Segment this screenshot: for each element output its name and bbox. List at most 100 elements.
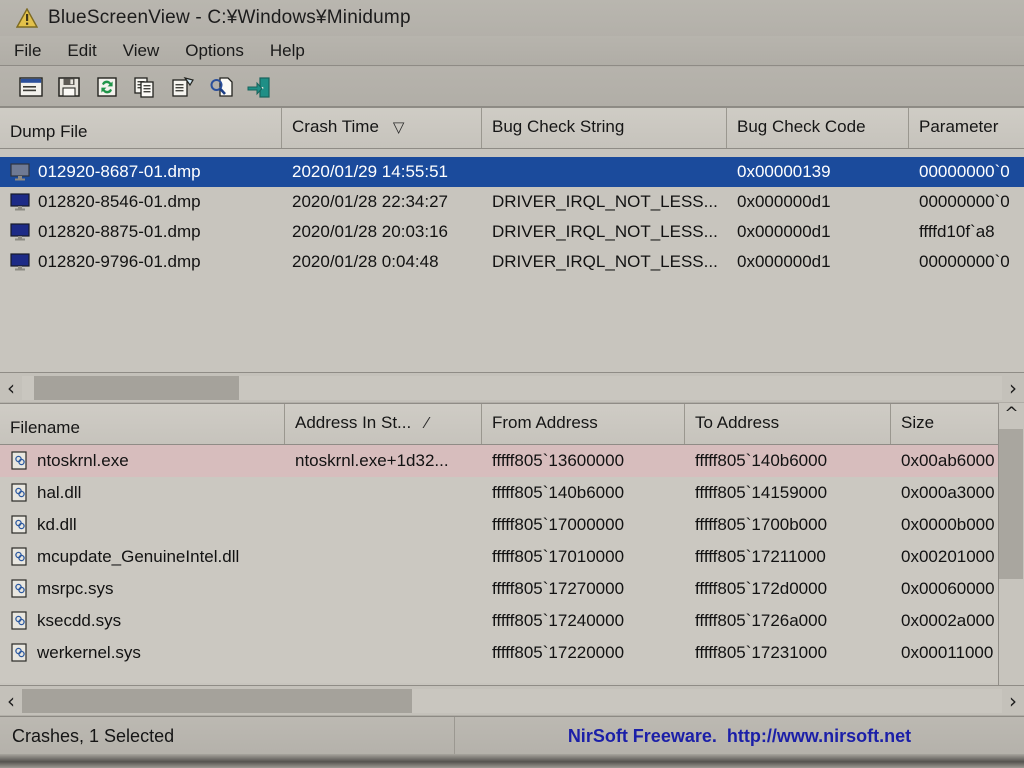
- driver-list-vscrollbar[interactable]: ^: [998, 403, 1024, 685]
- window-title: BlueScreenView - C:¥Windows¥Minidump: [48, 7, 411, 28]
- column-header-parameter[interactable]: Parameter: [909, 108, 1024, 148]
- table-row[interactable]: ntoskrnl.exe ntoskrnl.exe+1d32... fffff8…: [0, 445, 998, 477]
- cell-dump-file: 012920-8687-01.dmp: [0, 162, 282, 182]
- copy-icon: [132, 75, 158, 99]
- cell-to-address: fffff805`14159000: [685, 483, 891, 503]
- cell-text: DRIVER_IRQL_NOT_LESS...: [492, 192, 718, 211]
- cell-bug-check-string: DRIVER_IRQL_NOT_LESS...: [482, 222, 727, 242]
- driver-list-panel: Filename Address In St... ⁄ From Address…: [0, 403, 1024, 685]
- menu-item-help[interactable]: Help: [270, 41, 305, 61]
- cell-text: ntoskrnl.exe: [37, 451, 129, 470]
- cell-crash-time: 2020/01/28 0:04:48: [282, 252, 482, 272]
- cell-crash-time: 2020/01/28 22:34:27: [282, 192, 482, 212]
- column-header-dump-file[interactable]: Dump File: [0, 108, 282, 148]
- table-row[interactable]: mcupdate_GenuineIntel.dll fffff805`17010…: [0, 541, 998, 573]
- scroll-up-arrow-icon[interactable]: ^: [999, 403, 1024, 425]
- cell-filename: hal.dll: [0, 483, 285, 503]
- cell-text: 2020/01/28 20:03:16: [292, 222, 448, 241]
- cell-text: 2020/01/28 0:04:48: [292, 252, 439, 271]
- table-row[interactable]: ksecdd.sys fffff805`17240000 fffff805`17…: [0, 605, 998, 637]
- find-button[interactable]: [204, 71, 238, 103]
- cell-text: fffff805`14159000: [695, 483, 828, 502]
- table-row[interactable]: 012920-8687-01.dmp 2020/01/29 14:55:51 0…: [0, 157, 1024, 187]
- table-row[interactable]: 012820-9796-01.dmp 2020/01/28 0:04:48 DR…: [0, 247, 1024, 277]
- cell-text: 00000000`0: [919, 162, 1010, 181]
- table-row[interactable]: msrpc.sys fffff805`17270000 fffff805`172…: [0, 573, 998, 605]
- hscroll-track[interactable]: [22, 375, 1002, 400]
- scroll-right-arrow-icon[interactable]: ›: [1002, 689, 1024, 713]
- menu-item-file[interactable]: File: [14, 41, 41, 61]
- column-header-label: Crash Time: [292, 117, 379, 136]
- crash-list-hscrollbar[interactable]: ‹ ›: [0, 372, 1024, 402]
- hscroll-thumb[interactable]: [22, 688, 412, 713]
- menu-item-options[interactable]: Options: [185, 41, 244, 61]
- html-report-icon: [170, 75, 196, 99]
- menu-item-edit[interactable]: Edit: [67, 41, 96, 61]
- properties-button[interactable]: [14, 71, 48, 103]
- table-row[interactable]: 012820-8546-01.dmp 2020/01/28 22:34:27 D…: [0, 187, 1024, 217]
- column-header-to-address[interactable]: To Address: [685, 404, 891, 444]
- nirsoft-brand-label: NirSoft Freeware.: [567, 726, 717, 746]
- cell-to-address: fffff805`1726a000: [685, 611, 891, 631]
- cell-from-address: fffff805`17220000: [482, 643, 685, 663]
- cell-filename: msrpc.sys: [0, 579, 285, 599]
- cell-text: fffff805`140b6000: [492, 483, 625, 502]
- scroll-left-arrow-icon[interactable]: ‹: [0, 689, 22, 713]
- exit-button[interactable]: [242, 71, 276, 103]
- cell-size: 0x000a3000: [891, 483, 998, 503]
- scroll-right-arrow-icon[interactable]: ›: [1002, 376, 1024, 400]
- vscroll-thumb[interactable]: [999, 429, 1023, 579]
- refresh-button[interactable]: [90, 71, 124, 103]
- cell-bug-check-code: 0x000000d1: [727, 222, 909, 242]
- nirsoft-link[interactable]: NirSoft Freeware. http://www.nirsoft.net: [455, 726, 1024, 747]
- driver-list-hscrollbar[interactable]: ‹ ›: [0, 685, 1024, 715]
- column-header-crash-time[interactable]: Crash Time ▽: [282, 108, 482, 148]
- column-header-bug-check-code[interactable]: Bug Check Code: [727, 108, 909, 148]
- column-header-label: From Address: [492, 413, 598, 432]
- cell-text: 012820-8875-01.dmp: [38, 222, 201, 241]
- cell-text: 2020/01/28 22:34:27: [292, 192, 448, 211]
- cell-from-address: fffff805`17270000: [482, 579, 685, 599]
- cell-text: fffff805`17211000: [695, 547, 826, 566]
- screen-bottom-edge: [0, 754, 1024, 768]
- table-row[interactable]: hal.dll fffff805`140b6000 fffff805`14159…: [0, 477, 998, 509]
- hscroll-track[interactable]: [22, 688, 1002, 713]
- table-row[interactable]: 012820-8875-01.dmp 2020/01/28 20:03:16 D…: [0, 217, 1024, 247]
- cell-text: fffff805`17000000: [492, 515, 625, 534]
- monitor-icon: [10, 163, 30, 181]
- cell-text: fffff805`17010000: [492, 547, 625, 566]
- column-header-from-address[interactable]: From Address: [482, 404, 685, 444]
- crash-list-header: Dump File Crash Time ▽ Bug Check String …: [0, 107, 1024, 149]
- column-header-size[interactable]: Size: [891, 404, 998, 444]
- cell-bug-check-code: 0x000000d1: [727, 252, 909, 272]
- cell-text: 0x000a3000: [901, 483, 995, 502]
- cell-size: 0x0002a000: [891, 611, 998, 631]
- column-header-address-in-stack[interactable]: Address In St... ⁄: [285, 404, 482, 444]
- column-header-bug-check-string[interactable]: Bug Check String: [482, 108, 727, 148]
- cell-text: fffff805`17270000: [492, 579, 625, 598]
- save-button[interactable]: [52, 71, 86, 103]
- cell-text: fffff805`140b6000: [695, 451, 828, 470]
- driver-list-rows: ntoskrnl.exe ntoskrnl.exe+1d32... fffff8…: [0, 445, 998, 683]
- hscroll-thumb[interactable]: [34, 375, 239, 400]
- column-header-filename[interactable]: Filename: [0, 404, 285, 444]
- table-row[interactable]: werkernel.sys fffff805`17220000 fffff805…: [0, 637, 998, 669]
- cell-text: 0x00201000: [901, 547, 995, 566]
- table-row[interactable]: kd.dll fffff805`17000000 fffff805`1700b0…: [0, 509, 998, 541]
- cell-filename: ntoskrnl.exe: [0, 451, 285, 471]
- bluescreenview-window: BlueScreenView - C:¥Windows¥Minidump Fil…: [0, 0, 1024, 768]
- cell-text: fffff805`17231000: [695, 643, 828, 662]
- cell-crash-time: 2020/01/29 14:55:51: [282, 162, 482, 182]
- cell-dump-file: 012820-8546-01.dmp: [0, 192, 282, 212]
- cell-text: fffff805`1726a000: [695, 611, 828, 630]
- cell-text: 0x000000d1: [737, 252, 831, 271]
- cell-to-address: fffff805`140b6000: [685, 451, 891, 471]
- html-report-button[interactable]: [166, 71, 200, 103]
- menu-item-view[interactable]: View: [123, 41, 160, 61]
- scroll-left-arrow-icon[interactable]: ‹: [0, 376, 22, 400]
- copy-button[interactable]: [128, 71, 162, 103]
- cell-crash-time: 2020/01/28 20:03:16: [282, 222, 482, 242]
- cell-from-address: fffff805`140b6000: [482, 483, 685, 503]
- cell-bug-check-code: 0x000000d1: [727, 192, 909, 212]
- cell-parameter: 00000000`0: [909, 192, 1024, 212]
